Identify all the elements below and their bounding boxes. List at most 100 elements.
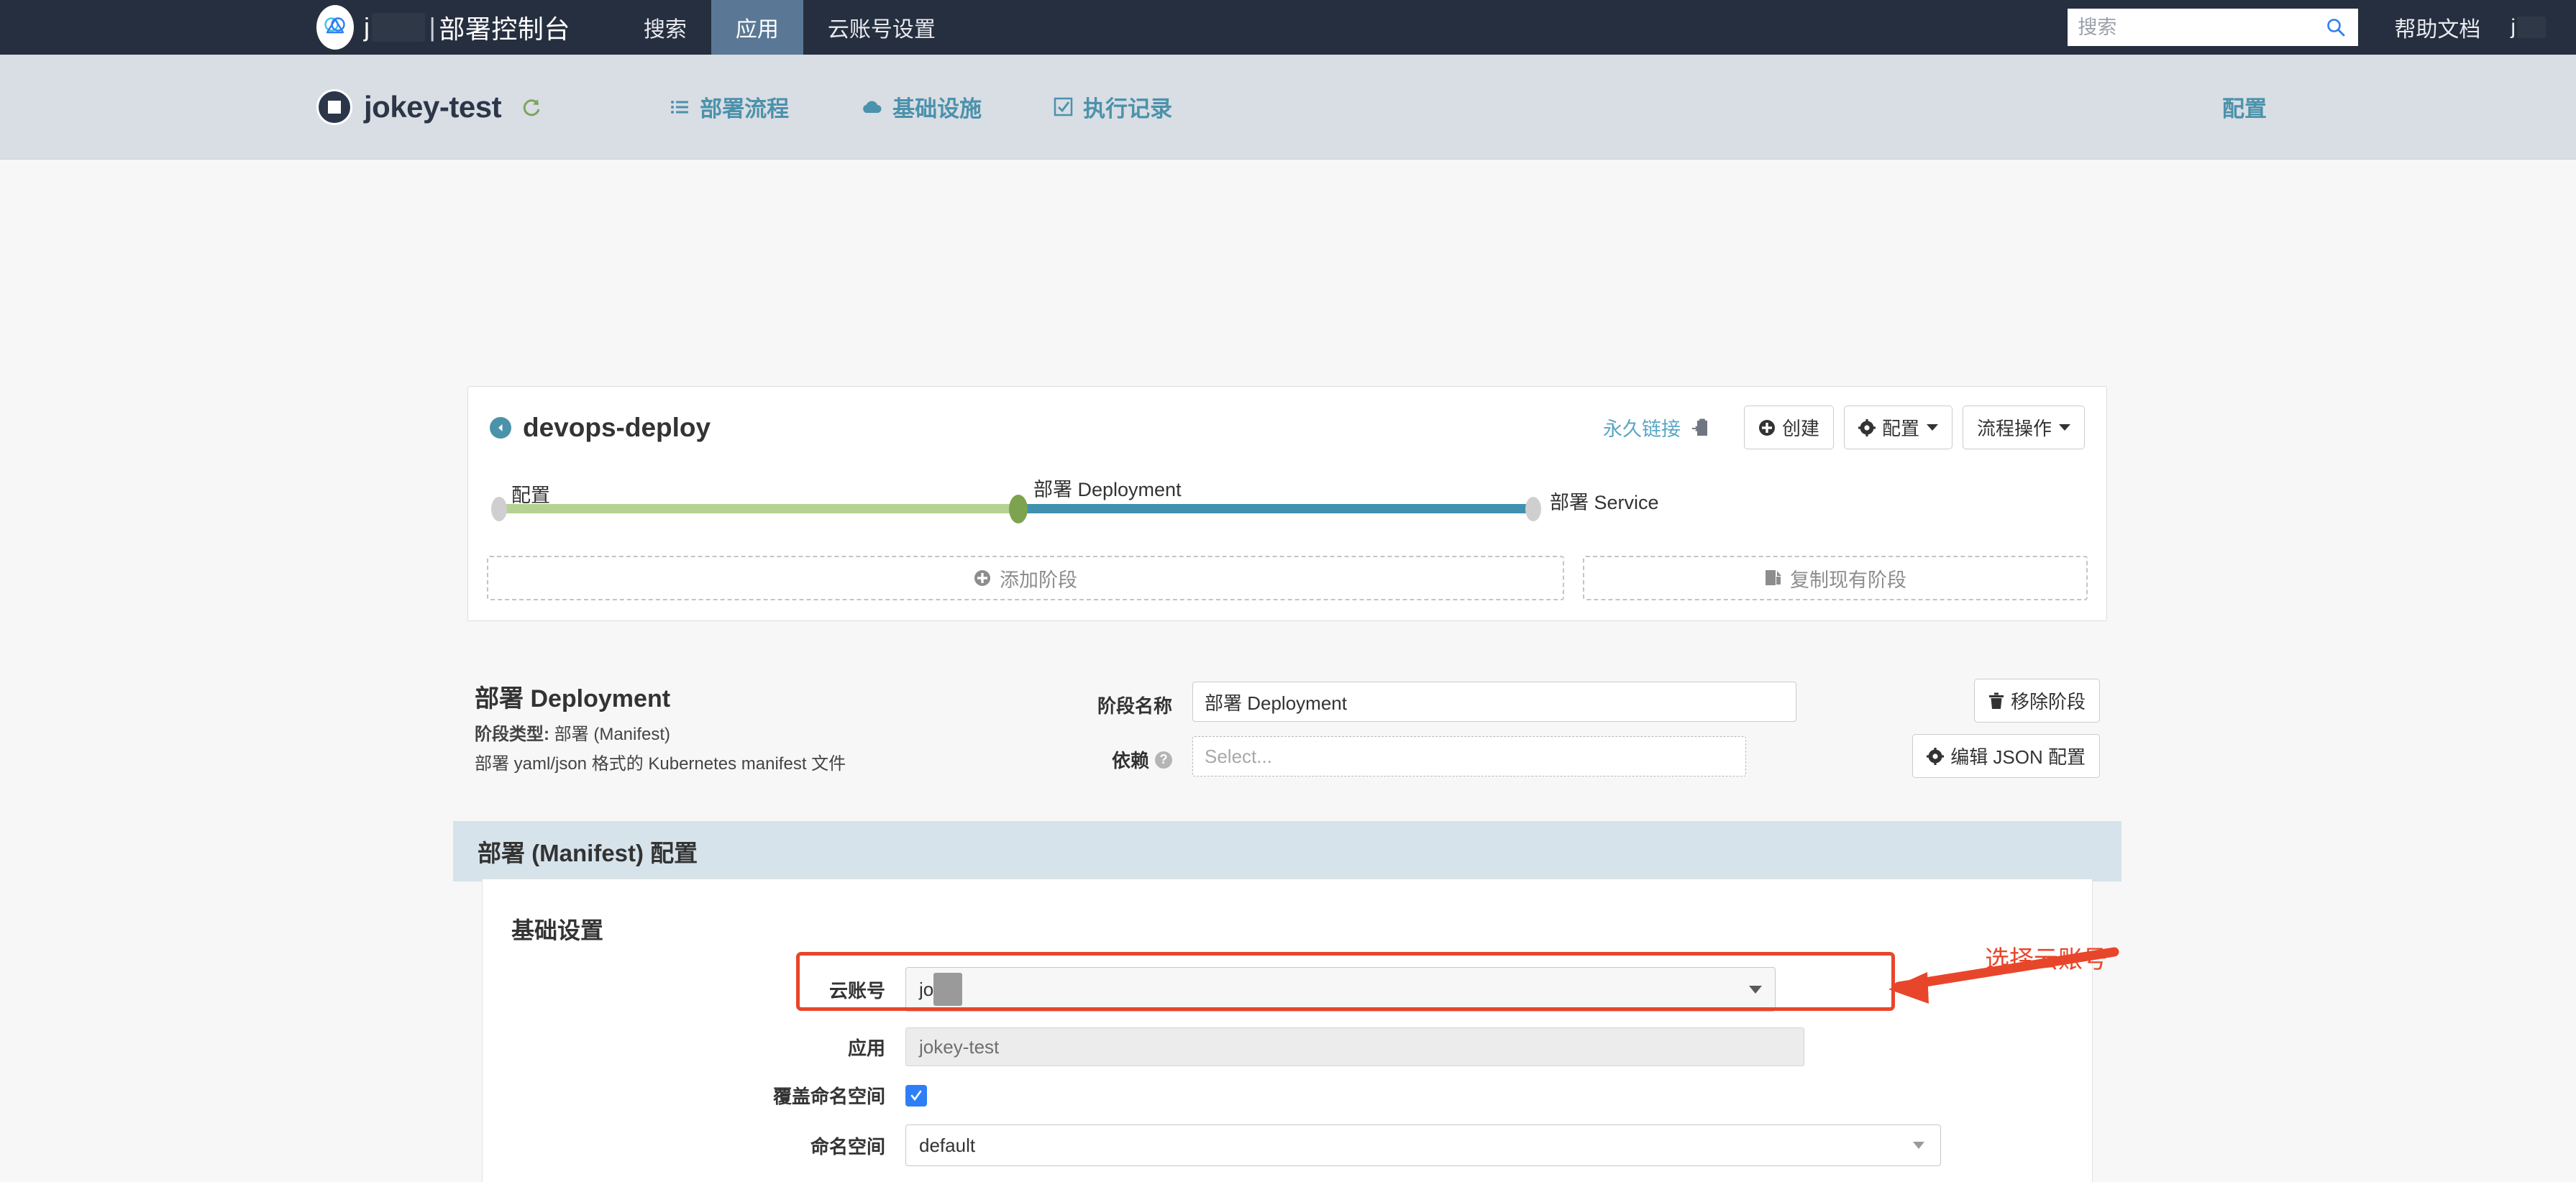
pipeline-card: devops-deploy 永久链接 创建 配置 流程操作 配置 部署 Depl… — [467, 386, 2107, 621]
application-label: 应用 — [847, 1037, 885, 1059]
nav-item-search[interactable]: 搜索 — [619, 0, 711, 55]
plus-circle-icon — [974, 569, 991, 587]
override-namespace-row: 覆盖命名空间 — [483, 1082, 2092, 1109]
brand-console-title: 部署控制台 — [439, 14, 570, 44]
basic-settings-title: 基础设置 — [511, 917, 604, 943]
application-tabs: 部署流程 基础设施 执行记录 — [670, 91, 1244, 123]
stage-detail-actions: 移除阶段 编辑 JSON 配置 — [1877, 679, 2107, 791]
pipeline-card-actions: 永久链接 创建 配置 流程操作 — [1603, 406, 2085, 449]
application-bar: jokey-test 部署流程 基础设施 执行记录 配置 — [0, 55, 2576, 160]
plus-circle-icon — [1758, 419, 1776, 436]
stage-depends-label-wrap: 依赖 ? — [1021, 736, 1172, 773]
stage-action-buttons: 添加阶段 复制现有阶段 — [487, 556, 2088, 600]
stage-description: 部署 yaml/json 格式的 Kubernetes manifest 文件 — [475, 754, 846, 774]
application-name: jokey-test — [364, 89, 502, 124]
chevron-down-icon — [2059, 424, 2070, 431]
add-stage-label: 添加阶段 — [1000, 569, 1077, 591]
timeline-segment-1 — [500, 504, 1018, 513]
nav-right-section: 帮助文档 j — [2068, 0, 2546, 55]
stage-depends-select[interactable]: Select... — [1192, 736, 1746, 776]
pipeline-card-header: devops-deploy 永久链接 创建 配置 流程操作 — [468, 387, 2106, 457]
brand[interactable]: j | 部署控制台 — [316, 5, 570, 50]
override-namespace-label: 覆盖命名空间 — [772, 1086, 885, 1107]
stage-detail-section: 部署 Deployment 阶段类型: 部署 (Manifest) 部署 yam… — [467, 663, 2107, 810]
stage-detail-form: 阶段名称 依赖 ? Select... — [1021, 679, 1877, 791]
pipeline-actions-button[interactable]: 流程操作 — [1962, 406, 2085, 449]
nav-item-applications[interactable]: 应用 — [711, 0, 803, 55]
user-name-redaction — [2517, 17, 2546, 38]
gear-icon — [1927, 747, 1945, 765]
application-identity: jokey-test — [316, 88, 543, 125]
nav-items: 搜索 应用 云账号设置 — [619, 0, 960, 55]
permalink-link[interactable]: 永久链接 — [1603, 413, 1681, 441]
remove-stage-button[interactable]: 移除阶段 — [1973, 679, 2100, 723]
stage-depends-row: 依赖 ? Select... — [1021, 736, 1877, 776]
tab-label: 部署流程 — [700, 96, 790, 122]
stage-name-row: 阶段名称 — [1021, 682, 1877, 722]
chevron-down-icon — [1749, 985, 1762, 994]
pipeline-config-button[interactable]: 配置 — [1843, 406, 1952, 449]
namespace-value: default — [919, 1134, 976, 1156]
application-value-field: jokey-test — [905, 1027, 1804, 1066]
stage-depends-placeholder: Select... — [1205, 745, 1272, 767]
tab-deploy-pipelines[interactable]: 部署流程 — [670, 91, 789, 123]
copy-stage-label: 复制现有阶段 — [1790, 569, 1906, 591]
cloud-icon — [861, 98, 882, 116]
appbar-right-section: 配置 — [2222, 91, 2267, 123]
namespace-label: 命名空间 — [810, 1135, 885, 1158]
namespace-row: 命名空间 default — [483, 1124, 2092, 1166]
search-input[interactable] — [2078, 16, 2349, 39]
cloud-account-select[interactable]: jo — [905, 967, 1776, 1012]
cloud-account-value: jo — [919, 978, 934, 1000]
stage-name-label: 阶段名称 — [1097, 695, 1172, 717]
copy-icon — [1764, 569, 1781, 587]
button-label: 编辑 JSON 配置 — [1950, 746, 2086, 768]
tab-infrastructure[interactable]: 基础设施 — [861, 91, 982, 123]
namespace-select[interactable]: default — [905, 1124, 1941, 1166]
create-button[interactable]: 创建 — [1743, 406, 1834, 449]
top-navigation-bar: j | 部署控制台 搜索 应用 云账号设置 帮助文档 j — [0, 0, 2576, 55]
list-icon — [670, 97, 690, 117]
stage-detail-info: 部署 Deployment 阶段类型: 部署 (Manifest) 部署 yam… — [467, 679, 1021, 791]
stage-node-deployment[interactable] — [1009, 495, 1028, 523]
add-stage-button[interactable]: 添加阶段 — [487, 556, 1564, 600]
cloud-account-redaction — [933, 973, 963, 1006]
stage-node-service[interactable] — [1525, 497, 1541, 521]
basic-settings-form: 云账号 jo 应用 jokey-test 覆盖命名空间 命名空间 default — [483, 967, 2092, 1166]
user-name-prefix: j — [2511, 15, 2516, 39]
timeline-segment-2 — [1018, 504, 1534, 513]
stage-label-service: 部署 Service — [1550, 492, 1659, 513]
stage-label-deployment: 部署 Deployment — [1033, 479, 1182, 500]
override-namespace-checkbox[interactable] — [905, 1084, 927, 1107]
cloud-logo-icon — [316, 5, 354, 50]
application-avatar-icon — [316, 88, 352, 125]
stage-name-input[interactable] — [1192, 682, 1796, 722]
help-icon[interactable]: ? — [1155, 751, 1172, 769]
copy-stage-button[interactable]: 复制现有阶段 — [1583, 556, 2088, 600]
refresh-icon[interactable] — [520, 96, 543, 119]
clipboard-icon[interactable] — [1691, 418, 1709, 437]
checkbox-icon — [1054, 97, 1073, 116]
app-config-link[interactable]: 配置 — [2222, 96, 2267, 122]
edit-json-config-button[interactable]: 编辑 JSON 配置 — [1912, 734, 2100, 778]
stage-detail-title: 部署 Deployment — [475, 685, 671, 713]
search-icon[interactable] — [2325, 17, 2347, 38]
stage-node-config[interactable] — [491, 497, 507, 521]
gear-icon — [1858, 418, 1876, 436]
button-label: 配置 — [1881, 418, 1919, 439]
trash-icon — [1988, 692, 2004, 710]
chevron-down-icon — [1926, 424, 1938, 431]
stage-label-config: 配置 — [511, 485, 550, 506]
back-arrow-icon[interactable] — [490, 416, 511, 439]
nav-item-cloud-account-settings[interactable]: 云账号设置 — [803, 0, 960, 55]
help-doc-link[interactable]: 帮助文档 — [2394, 12, 2480, 43]
global-search-box[interactable] — [2068, 9, 2359, 46]
pipeline-stage-timeline: 配置 部署 Deployment 部署 Service — [487, 474, 2088, 540]
tab-execution-records[interactable]: 执行记录 — [1054, 91, 1172, 123]
button-label: 流程操作 — [1976, 418, 2052, 439]
user-menu[interactable]: j — [2511, 15, 2546, 40]
tab-label: 执行记录 — [1083, 96, 1173, 122]
brand-title: j | 部署控制台 — [364, 9, 570, 46]
chevron-down-icon — [1913, 1142, 1924, 1149]
pipeline-title: devops-deploy — [523, 412, 711, 442]
